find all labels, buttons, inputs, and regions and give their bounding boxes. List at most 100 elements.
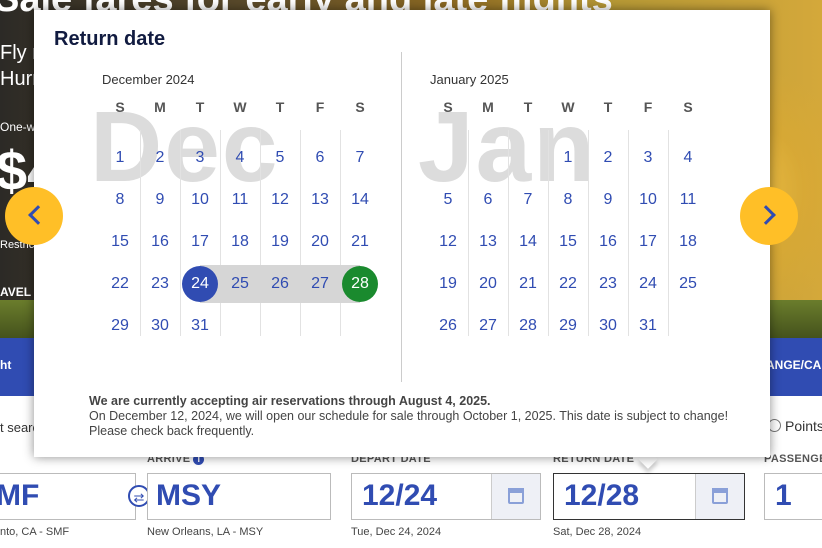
- calendar-day[interactable]: 27: [300, 266, 340, 302]
- calendar-day[interactable]: 22: [100, 266, 140, 302]
- calendar-day[interactable]: 9: [588, 182, 628, 218]
- weekday-header: M: [154, 99, 166, 115]
- calendar-day[interactable]: 29: [548, 308, 588, 344]
- calendar-day[interactable]: 21: [508, 266, 548, 302]
- reservation-notice: We are currently accepting air reservati…: [89, 394, 764, 439]
- calendar-day[interactable]: 13: [468, 224, 508, 260]
- chevron-left-icon: [28, 205, 48, 225]
- calendar-day[interactable]: 30: [588, 308, 628, 344]
- calendar-day[interactable]: 19: [428, 266, 468, 302]
- calendar-day[interactable]: 6: [468, 182, 508, 218]
- calendar-day[interactable]: 30: [140, 308, 180, 344]
- calendar-day[interactable]: 8: [548, 182, 588, 218]
- points-radio[interactable]: Points: [768, 418, 822, 434]
- weekday-header: S: [683, 99, 693, 115]
- calendar-day[interactable]: 5: [428, 182, 468, 218]
- calendar-day[interactable]: 6: [300, 140, 340, 176]
- depart-airport-sub: nto, CA - SMF: [0, 526, 70, 538]
- calendar-day[interactable]: 20: [468, 266, 508, 302]
- depart-calendar-button[interactable]: [491, 474, 540, 519]
- calendar-day[interactable]: 10: [180, 182, 220, 218]
- weekday-header: W: [233, 99, 247, 115]
- calendar-day[interactable]: 23: [140, 266, 180, 302]
- calendar-day[interactable]: 25: [668, 266, 708, 302]
- calendar-day[interactable]: 16: [140, 224, 180, 260]
- notice-body: On December 12, 2024, we will open our s…: [89, 409, 729, 438]
- month-label: January 2025: [430, 72, 509, 87]
- calendar-day[interactable]: 26: [260, 266, 300, 302]
- weekday-header: S: [115, 99, 125, 115]
- calendar-day[interactable]: 18: [220, 224, 260, 260]
- weekday-header: W: [561, 99, 575, 115]
- calendar-day[interactable]: 16: [588, 224, 628, 260]
- calendar-day-selected-end[interactable]: 28: [340, 266, 380, 302]
- tab-change-cancel[interactable]: ANGE/CA: [766, 358, 821, 372]
- calendar-day[interactable]: 27: [468, 308, 508, 344]
- calendar-day[interactable]: 12: [428, 224, 468, 260]
- depart-airport-input[interactable]: MF: [0, 473, 136, 520]
- weekday-header: T: [603, 99, 613, 115]
- calendar-day-selected-start[interactable]: 24: [180, 266, 220, 302]
- return-date-input[interactable]: 12/28: [553, 473, 745, 520]
- calendar-day[interactable]: 11: [220, 182, 260, 218]
- calendar-day[interactable]: 7: [508, 182, 548, 218]
- passengers-input[interactable]: 1: [764, 473, 822, 520]
- passengers-value: 1: [775, 479, 792, 512]
- calendar-day[interactable]: 23: [588, 266, 628, 302]
- hero-oneway-label: One-w: [0, 120, 36, 134]
- calendar-day[interactable]: 15: [100, 224, 140, 260]
- calendar-day[interactable]: 4: [220, 140, 260, 176]
- calendar-day[interactable]: 8: [100, 182, 140, 218]
- calendar-day[interactable]: 24: [628, 266, 668, 302]
- calendar-month-december: December 2024 Dec S M T W T F S 1 2 3 4 5 6 7 8 9 10 11 12 13…: [90, 72, 382, 392]
- calendar-day[interactable]: 29: [100, 308, 140, 344]
- weekday-header: S: [355, 99, 365, 115]
- return-calendar-button[interactable]: [695, 474, 744, 519]
- calendar-day[interactable]: 3: [628, 140, 668, 176]
- calendar-day[interactable]: 1: [548, 140, 588, 176]
- calendar-day[interactable]: 31: [628, 308, 668, 344]
- previous-month-button[interactable]: [5, 187, 63, 245]
- calendar-day[interactable]: 15: [548, 224, 588, 260]
- calendar-day[interactable]: 13: [300, 182, 340, 218]
- return-date-value: 12/28: [564, 479, 640, 512]
- calendar-day[interactable]: 14: [508, 224, 548, 260]
- calendar-day[interactable]: 2: [588, 140, 628, 176]
- depart-airport-value: MF: [0, 479, 40, 512]
- calendar-day[interactable]: 1: [100, 140, 140, 176]
- calendar-day[interactable]: 7: [340, 140, 380, 176]
- calendar-day[interactable]: 31: [180, 308, 220, 344]
- weekday-header: T: [275, 99, 285, 115]
- calendar-icon: [712, 488, 728, 504]
- calendar-day[interactable]: 2: [140, 140, 180, 176]
- return-date-picker: Return date December 2024 Dec S M T W T F S 1 2 3 4 5…: [5, 10, 798, 457]
- next-month-button[interactable]: [740, 187, 798, 245]
- calendar-day[interactable]: 14: [340, 182, 380, 218]
- month-divider: [401, 52, 402, 382]
- popup-title: Return date: [54, 28, 166, 50]
- depart-date-input[interactable]: 12/24: [351, 473, 541, 520]
- calendar-day[interactable]: 22: [548, 266, 588, 302]
- calendar-day[interactable]: 5: [260, 140, 300, 176]
- arrive-airport-input[interactable]: MSY: [147, 473, 331, 520]
- calendar-day[interactable]: 25: [220, 266, 260, 302]
- month-label: December 2024: [102, 72, 195, 87]
- weekday-header: F: [315, 99, 325, 115]
- calendar-day[interactable]: 21: [340, 224, 380, 260]
- calendar-day[interactable]: 9: [140, 182, 180, 218]
- calendar-day[interactable]: 3: [180, 140, 220, 176]
- calendar-day[interactable]: 10: [628, 182, 668, 218]
- calendar-day[interactable]: 18: [668, 224, 708, 260]
- calendar-day[interactable]: 17: [180, 224, 220, 260]
- calendar-day[interactable]: 4: [668, 140, 708, 176]
- calendar-day[interactable]: 17: [628, 224, 668, 260]
- calendar-day[interactable]: 19: [260, 224, 300, 260]
- notice-headline: We are currently accepting air reservati…: [89, 394, 491, 408]
- calendar-day[interactable]: 20: [300, 224, 340, 260]
- tab-flight[interactable]: ht: [0, 358, 11, 372]
- weekday-header: T: [523, 99, 533, 115]
- calendar-day[interactable]: 28: [508, 308, 548, 344]
- calendar-day[interactable]: 26: [428, 308, 468, 344]
- calendar-day[interactable]: 11: [668, 182, 708, 218]
- calendar-day[interactable]: 12: [260, 182, 300, 218]
